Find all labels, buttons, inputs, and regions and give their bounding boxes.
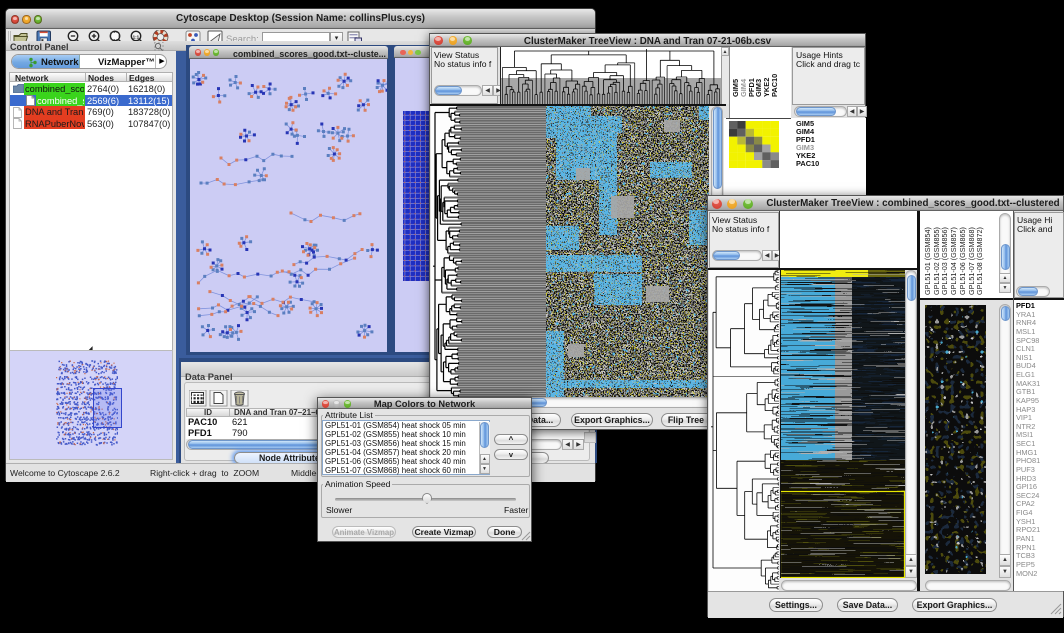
svg-text:1:1: 1:1 xyxy=(133,34,140,39)
